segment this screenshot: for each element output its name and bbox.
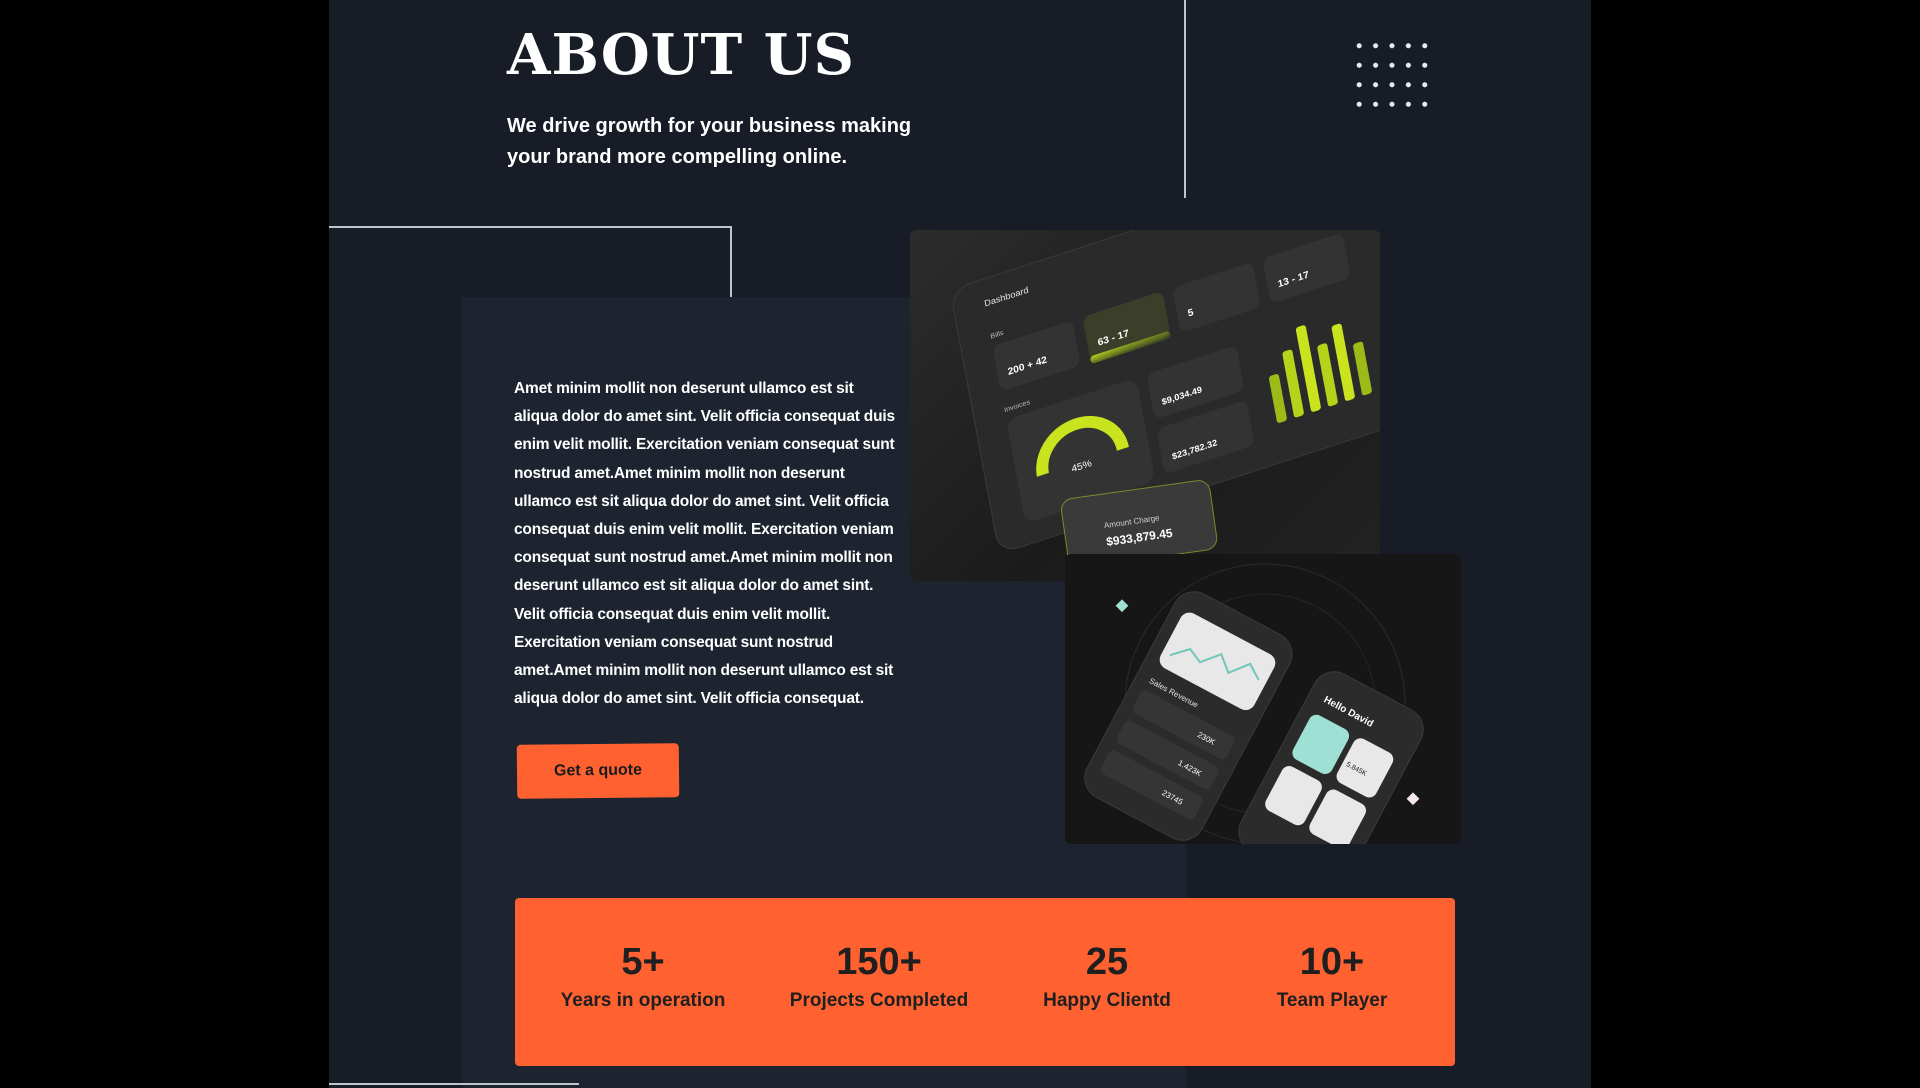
stat-label: Years in operation — [560, 990, 726, 1011]
diamond-decoration — [1115, 599, 1129, 613]
stats-band: 5+ Years in operation 150+ Projects Comp… — [515, 898, 1455, 1066]
about-description: Amet minim mollit non deserunt ullamco e… — [514, 380, 895, 708]
stat-team: 10+ Team Player — [1244, 940, 1420, 1012]
diamond-decoration — [1406, 792, 1420, 806]
divider-line — [329, 226, 731, 228]
divider-line — [730, 226, 732, 297]
get-quote-button[interactable]: Get a quote — [516, 743, 680, 799]
stat-years: 5+ Years in operation — [555, 940, 731, 1012]
divider-line — [329, 1083, 579, 1085]
stat-value: 5+ — [621, 941, 665, 983]
divider-line — [1184, 0, 1186, 198]
page-subtitle: We drive growth for your business making… — [507, 115, 912, 168]
stat-label: Team Player — [1276, 990, 1388, 1011]
stat-label: Projects Completed — [789, 990, 969, 1011]
stat-value: 10+ — [1299, 941, 1365, 983]
dashboard-mockup-image: Dashboard Bills 200 + 42 63 - 17 5 13 - … — [910, 230, 1380, 581]
page-title: ABOUT US — [507, 22, 855, 88]
stat-clients: 25 Happy Clientd — [1019, 940, 1195, 1012]
stat-label: Happy Clientd — [1043, 990, 1171, 1011]
dot-grid-decoration — [1351, 36, 1433, 114]
about-section: ABOUT US We drive growth for your busine… — [329, 0, 1591, 1088]
stat-value: 150+ — [836, 941, 922, 983]
mobile-app-mockup-image: Sales Revenue 230K 1.423K 23745 Hello Da… — [1065, 554, 1461, 844]
stat-projects: 150+ Projects Completed — [779, 940, 979, 1012]
stat-value: 25 — [1085, 941, 1129, 983]
